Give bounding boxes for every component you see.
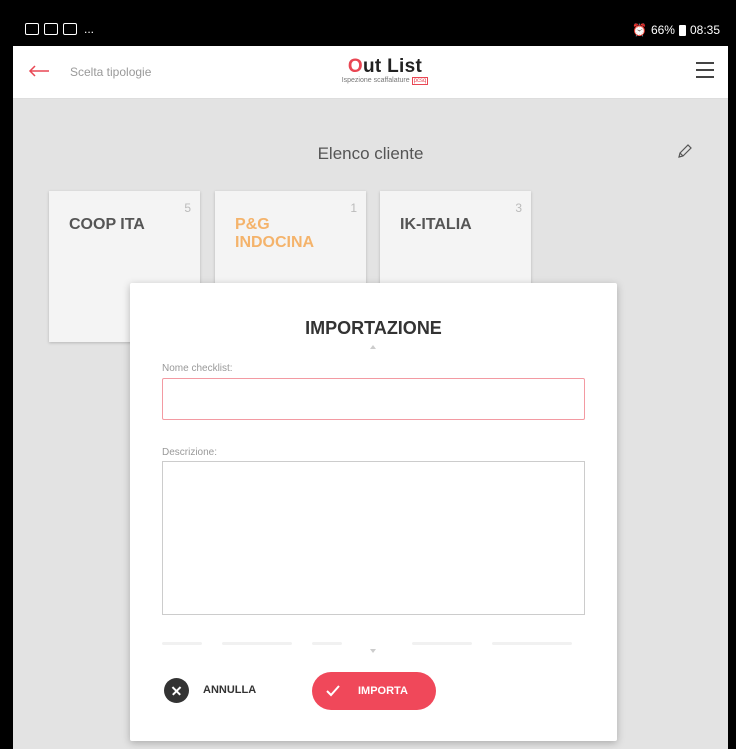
cancel-label: ANNULLA <box>203 684 257 696</box>
app-logo: Out List Ispezione scaffalature pcsq <box>325 56 445 85</box>
import-dialog: IMPORTAZIONE Nome checklist: Descrizione… <box>130 283 617 741</box>
logo-subtitle: Ispezione scaffalature pcsq <box>325 77 445 85</box>
description-label: Descrizione: <box>162 447 218 458</box>
more-notifications: ... <box>84 22 95 36</box>
scroll-up-indicator-icon <box>370 345 376 349</box>
description-textarea[interactable] <box>162 461 585 615</box>
gallery-notification-icon <box>25 23 39 35</box>
alarm-icon: ⏰ <box>631 23 647 37</box>
section-title: Elenco cliente <box>317 144 424 163</box>
import-button[interactable]: IMPORTA <box>312 672 436 710</box>
client-name: P&G INDOCINA <box>235 216 315 251</box>
client-name: COOP ITA <box>69 216 145 233</box>
close-icon <box>164 677 189 703</box>
logo-wordmark-text: ut List <box>363 56 423 77</box>
battery-icon <box>678 24 686 36</box>
device-frame: ... ⏰ 66% 08:35 Scelta tipologie Out Lis… <box>0 0 736 749</box>
checkmark-icon <box>326 685 340 697</box>
image-notification-icon <box>63 23 77 35</box>
app-screen: ... ⏰ 66% 08:35 Scelta tipologie Out Lis… <box>13 14 728 749</box>
back-arrow-icon[interactable] <box>27 60 51 82</box>
client-count: 3 <box>515 201 522 215</box>
hamburger-menu-icon[interactable] <box>696 62 714 80</box>
logo-wordmark: Out List <box>325 56 445 78</box>
client-count: 5 <box>184 201 191 215</box>
faded-scroll-content <box>162 640 585 648</box>
pencil-edit-icon[interactable] <box>676 142 694 160</box>
cancel-button[interactable]: ANNULLA <box>164 675 256 705</box>
status-bar: ... ⏰ 66% 08:35 <box>13 14 728 46</box>
checklist-name-input[interactable] <box>162 378 585 420</box>
checklist-name-label: Nome checklist: <box>162 363 233 374</box>
client-name: IK-ITALIA <box>400 216 472 233</box>
dialog-title: IMPORTAZIONE <box>305 318 442 338</box>
client-count: 1 <box>350 201 357 215</box>
logo-tag: pcsq <box>411 77 429 85</box>
facebook-notification-icon <box>44 23 58 35</box>
logo-subtitle-text: Ispezione scaffalature <box>341 77 410 84</box>
clock: 08:35 <box>689 23 720 37</box>
import-label: IMPORTA <box>358 685 408 697</box>
app-bar: Scelta tipologie Out List Ispezione scaf… <box>13 46 728 99</box>
system-status: ⏰ 66% 08:35 <box>632 23 720 37</box>
battery-percent: 66% <box>650 23 675 37</box>
scroll-down-indicator-icon <box>370 649 376 653</box>
logo-o-mark: O <box>347 56 363 77</box>
notification-icons: ... <box>25 23 94 35</box>
back-label[interactable]: Scelta tipologie <box>70 65 151 79</box>
